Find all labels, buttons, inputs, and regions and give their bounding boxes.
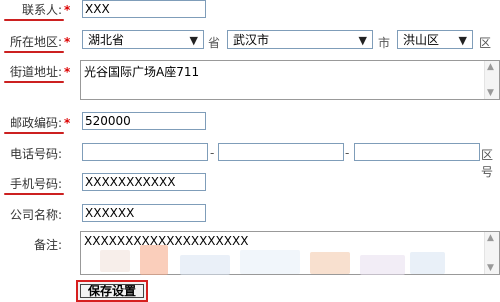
province-unit: 省 xyxy=(208,36,221,50)
watermark-patch xyxy=(310,252,350,274)
watermark-patch xyxy=(240,250,300,274)
save-settings-button[interactable]: 保存设置 xyxy=(76,280,148,302)
district-value: 洪山区 xyxy=(403,33,440,47)
phone-area-code-hint: 区号 xyxy=(481,148,494,179)
street-address-textarea[interactable]: 光谷国际广场A座711 ▲ ▼ xyxy=(80,60,500,100)
watermark-patch xyxy=(100,250,130,272)
street-label: 街道地址: xyxy=(0,63,64,83)
postal-required-mark: * xyxy=(64,116,71,130)
region-label: 所在地区: xyxy=(0,33,64,53)
district-unit: 区 xyxy=(479,36,492,50)
mobile-input[interactable]: XXXXXXXXXXX xyxy=(82,173,206,191)
watermark-patch xyxy=(140,245,168,275)
contact-label: 联系人: xyxy=(0,1,64,21)
company-input[interactable]: XXXXXX xyxy=(82,204,206,222)
watermark-patch xyxy=(410,252,445,274)
city-unit: 市 xyxy=(378,36,391,50)
district-select[interactable]: 洪山区 ▼ xyxy=(397,30,473,49)
street-address-value: 光谷国际广场A座711 xyxy=(84,65,200,79)
street-required-mark: * xyxy=(64,65,71,79)
postal-code-label: 邮政编码: xyxy=(0,114,64,134)
chevron-down-icon: ▼ xyxy=(458,34,467,47)
region-required-mark: * xyxy=(64,35,71,49)
phone-dash-2: - xyxy=(345,146,350,160)
remark-scrollbar[interactable]: ▲ ▼ xyxy=(484,232,499,274)
mobile-label: 手机号码: xyxy=(0,175,64,195)
watermark-patch xyxy=(360,255,405,275)
city-select[interactable]: 武汉市 ▼ xyxy=(227,30,373,49)
remark-label: 备注: xyxy=(33,238,62,252)
phone-number-input[interactable] xyxy=(218,143,344,161)
scroll-up-icon[interactable]: ▲ xyxy=(487,62,494,72)
chevron-down-icon: ▼ xyxy=(358,34,367,47)
postal-code-input[interactable]: 520000 xyxy=(82,112,206,130)
province-select[interactable]: 湖北省 ▼ xyxy=(82,30,204,49)
phone-area-input[interactable] xyxy=(82,143,208,161)
scroll-down-icon[interactable]: ▼ xyxy=(487,88,494,98)
city-value: 武汉市 xyxy=(233,33,270,47)
province-value: 湖北省 xyxy=(88,33,125,47)
phone-ext-input[interactable] xyxy=(354,143,480,161)
phone-dash-1: - xyxy=(210,146,215,160)
scroll-up-icon[interactable]: ▲ xyxy=(487,233,494,243)
phone-label: 电话号码: xyxy=(9,147,62,161)
chevron-down-icon: ▼ xyxy=(189,34,198,47)
watermark-patch xyxy=(180,255,230,275)
contact-required-mark: * xyxy=(64,3,71,17)
contact-input[interactable]: XXX xyxy=(82,0,206,18)
street-scrollbar[interactable]: ▲ ▼ xyxy=(484,61,499,99)
scroll-down-icon[interactable]: ▼ xyxy=(487,263,494,273)
company-label: 公司名称: xyxy=(9,208,62,222)
